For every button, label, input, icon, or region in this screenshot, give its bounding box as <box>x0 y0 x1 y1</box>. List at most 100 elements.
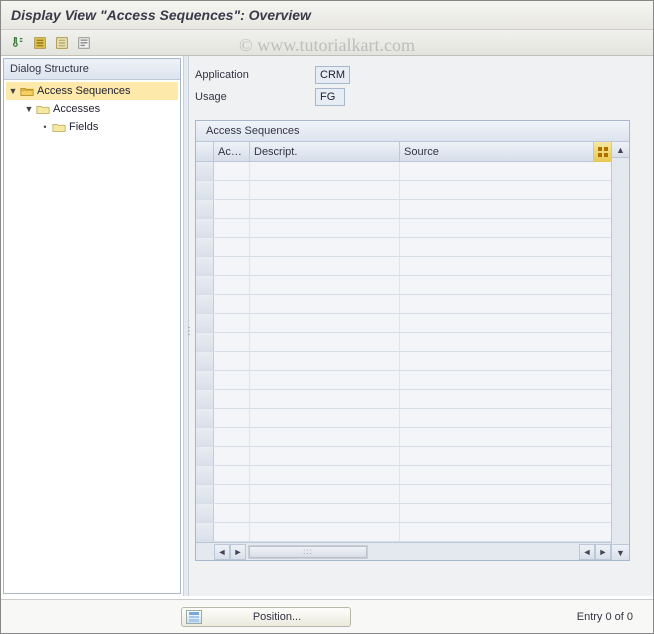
cell-ac[interactable] <box>214 390 250 408</box>
toggle-edit-button[interactable] <box>9 34 27 52</box>
cell-source[interactable] <box>400 390 611 408</box>
row-selector[interactable] <box>196 219 214 237</box>
table-row[interactable] <box>196 504 611 523</box>
cell-descript[interactable] <box>250 295 400 313</box>
table-row[interactable] <box>196 371 611 390</box>
cell-source[interactable] <box>400 371 611 389</box>
position-button[interactable]: Position... <box>181 607 351 627</box>
row-selector[interactable] <box>196 295 214 313</box>
cell-source[interactable] <box>400 276 611 294</box>
scroll-left-end-button[interactable]: ◄ <box>579 544 595 560</box>
cell-source[interactable] <box>400 485 611 503</box>
cell-source[interactable] <box>400 504 611 522</box>
row-selector[interactable] <box>196 314 214 332</box>
grid-configure-button[interactable] <box>593 142 611 162</box>
column-header-descript[interactable]: Descript. <box>250 142 400 161</box>
scroll-track[interactable]: ::: <box>248 545 368 559</box>
row-selector[interactable] <box>196 485 214 503</box>
table-row[interactable] <box>196 219 611 238</box>
cell-ac[interactable] <box>214 466 250 484</box>
select-all-button[interactable] <box>31 34 49 52</box>
cell-source[interactable] <box>400 238 611 256</box>
cell-descript[interactable] <box>250 371 400 389</box>
cell-ac[interactable] <box>214 447 250 465</box>
tree-node-accesses[interactable]: ▼ Accesses <box>6 100 178 118</box>
table-row[interactable] <box>196 352 611 371</box>
cell-source[interactable] <box>400 428 611 446</box>
splitter[interactable] <box>183 56 189 596</box>
cell-ac[interactable] <box>214 257 250 275</box>
table-row[interactable] <box>196 238 611 257</box>
cell-ac[interactable] <box>214 485 250 503</box>
cell-source[interactable] <box>400 162 611 180</box>
row-selector[interactable] <box>196 371 214 389</box>
cell-descript[interactable] <box>250 238 400 256</box>
row-selector[interactable] <box>196 238 214 256</box>
scroll-down-button[interactable]: ▼ <box>612 544 629 560</box>
tree-node-access-sequences[interactable]: ▼ Access Sequences <box>6 82 178 100</box>
cell-descript[interactable] <box>250 200 400 218</box>
print-button[interactable] <box>75 34 93 52</box>
cell-descript[interactable] <box>250 409 400 427</box>
cell-source[interactable] <box>400 257 611 275</box>
row-selector[interactable] <box>196 504 214 522</box>
table-row[interactable] <box>196 333 611 352</box>
cell-ac[interactable] <box>214 295 250 313</box>
cell-descript[interactable] <box>250 390 400 408</box>
cell-descript[interactable] <box>250 523 400 541</box>
table-row[interactable] <box>196 314 611 333</box>
cell-source[interactable] <box>400 200 611 218</box>
cell-ac[interactable] <box>214 371 250 389</box>
row-selector[interactable] <box>196 390 214 408</box>
row-selector[interactable] <box>196 162 214 180</box>
table-row[interactable] <box>196 447 611 466</box>
cell-source[interactable] <box>400 314 611 332</box>
row-selector[interactable] <box>196 257 214 275</box>
cell-source[interactable] <box>400 333 611 351</box>
cell-ac[interactable] <box>214 352 250 370</box>
cell-ac[interactable] <box>214 409 250 427</box>
row-selector[interactable] <box>196 428 214 446</box>
cell-ac[interactable] <box>214 162 250 180</box>
cell-descript[interactable] <box>250 162 400 180</box>
cell-descript[interactable] <box>250 466 400 484</box>
cell-source[interactable] <box>400 409 611 427</box>
cell-descript[interactable] <box>250 181 400 199</box>
cell-ac[interactable] <box>214 238 250 256</box>
row-selector[interactable] <box>196 409 214 427</box>
row-selector[interactable] <box>196 200 214 218</box>
deselect-all-button[interactable] <box>53 34 71 52</box>
cell-descript[interactable] <box>250 504 400 522</box>
cell-source[interactable] <box>400 523 611 541</box>
table-row[interactable] <box>196 257 611 276</box>
grid-horizontal-scrollbar[interactable]: ◄ ► ::: ◄ ► <box>196 542 611 560</box>
table-row[interactable] <box>196 276 611 295</box>
cell-descript[interactable] <box>250 485 400 503</box>
scroll-thumb[interactable]: ::: <box>249 546 367 558</box>
cell-source[interactable] <box>400 181 611 199</box>
scroll-right-button[interactable]: ► <box>230 544 246 560</box>
table-row[interactable] <box>196 162 611 181</box>
column-header-ac[interactable]: Ac… <box>214 142 250 161</box>
table-row[interactable] <box>196 409 611 428</box>
cell-source[interactable] <box>400 352 611 370</box>
scroll-up-button[interactable]: ▲ <box>612 142 629 158</box>
table-row[interactable] <box>196 200 611 219</box>
cell-ac[interactable] <box>214 523 250 541</box>
cell-descript[interactable] <box>250 447 400 465</box>
grid-select-all[interactable] <box>196 142 214 161</box>
table-row[interactable] <box>196 428 611 447</box>
row-selector[interactable] <box>196 352 214 370</box>
cell-source[interactable] <box>400 295 611 313</box>
table-row[interactable] <box>196 390 611 409</box>
cell-ac[interactable] <box>214 504 250 522</box>
grid-vertical-scrollbar[interactable]: ▲ ▼ <box>611 142 629 560</box>
cell-descript[interactable] <box>250 257 400 275</box>
row-selector[interactable] <box>196 276 214 294</box>
cell-descript[interactable] <box>250 314 400 332</box>
scroll-left-button[interactable]: ◄ <box>214 544 230 560</box>
table-row[interactable] <box>196 485 611 504</box>
cell-source[interactable] <box>400 219 611 237</box>
cell-descript[interactable] <box>250 219 400 237</box>
cell-descript[interactable] <box>250 333 400 351</box>
